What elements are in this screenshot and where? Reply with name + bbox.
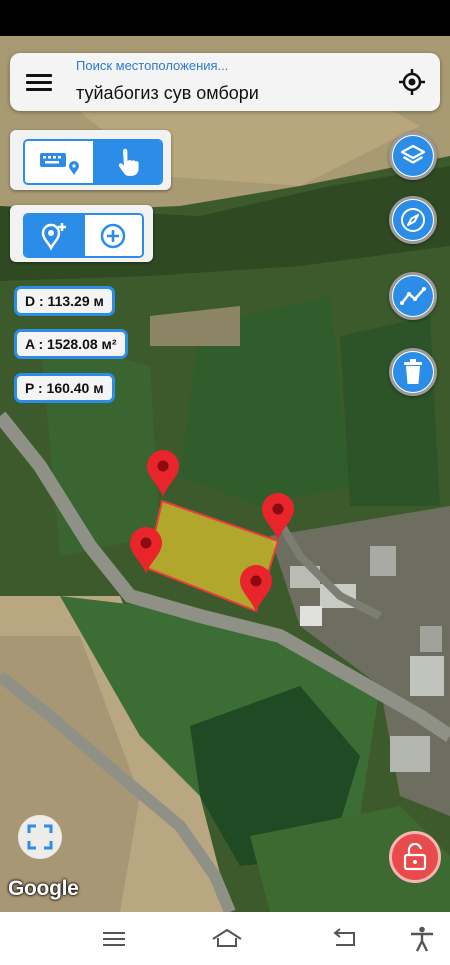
menu-icon[interactable] — [26, 71, 52, 93]
map-marker[interactable] — [145, 449, 181, 499]
add-marker-icon — [41, 222, 66, 251]
google-attribution: Google — [8, 877, 79, 900]
fullscreen-button[interactable] — [18, 815, 62, 859]
fullscreen-icon — [27, 824, 53, 850]
status-bar — [0, 0, 450, 36]
keyboard-gps-button[interactable] — [25, 141, 93, 183]
home-icon[interactable] — [211, 926, 243, 952]
input-mode-toggle — [23, 139, 163, 185]
my-location-icon[interactable] — [398, 68, 426, 96]
layers-button[interactable] — [389, 132, 437, 180]
path-button[interactable] — [389, 272, 437, 320]
distance-readout: D : 113.29 м — [14, 286, 115, 316]
compass-button[interactable] — [389, 196, 437, 244]
add-marker-button[interactable] — [25, 215, 83, 256]
search-placeholder: Поиск местоположения... — [76, 58, 229, 73]
point-mode-toggle — [23, 213, 144, 258]
layers-icon — [400, 144, 426, 164]
menu-icon[interactable] — [100, 926, 128, 952]
trash-icon — [404, 359, 422, 384]
add-point-icon — [101, 223, 126, 248]
search-bar: Поиск местоположения... — [10, 53, 440, 111]
back-icon[interactable] — [330, 926, 358, 952]
input-mode-panel — [10, 130, 171, 190]
lock-button[interactable] — [389, 831, 441, 883]
area-readout: A : 1528.08 м² — [14, 329, 128, 359]
perimeter-readout: P : 160.40 м — [14, 373, 115, 403]
unlock-icon — [403, 843, 427, 871]
system-nav-bar — [0, 912, 450, 965]
map-marker[interactable] — [260, 492, 296, 542]
map-marker[interactable] — [128, 526, 164, 576]
search-input[interactable] — [76, 83, 376, 104]
touch-icon — [118, 148, 139, 176]
touch-mode-button[interactable] — [93, 141, 161, 183]
path-icon — [400, 287, 426, 305]
compass-icon — [401, 208, 425, 232]
point-mode-panel — [10, 205, 153, 262]
add-point-button[interactable] — [82, 215, 142, 256]
keyboard-gps-icon — [40, 153, 79, 175]
map-marker[interactable] — [238, 564, 274, 614]
delete-button[interactable] — [389, 348, 437, 396]
accessibility-icon[interactable] — [408, 926, 436, 952]
